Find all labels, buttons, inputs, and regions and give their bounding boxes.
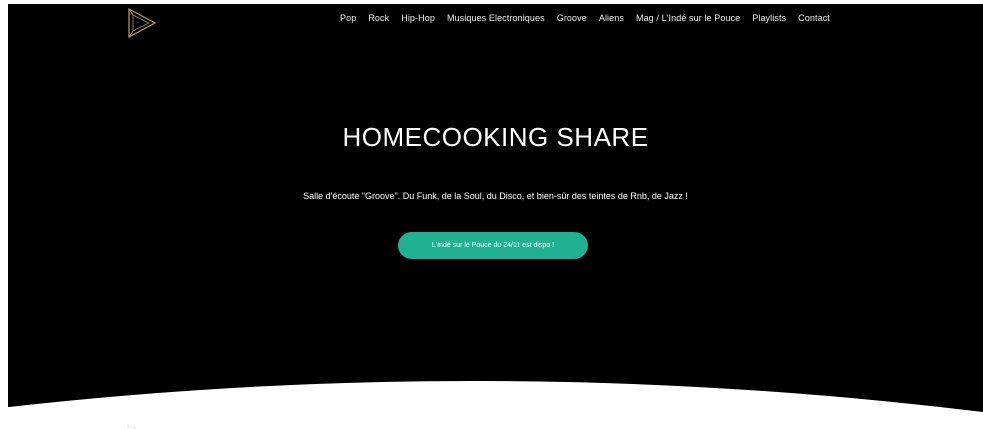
nav-item-pop[interactable]: Pop	[340, 13, 356, 23]
nav-item-rock[interactable]: Rock	[368, 13, 389, 23]
site-logo[interactable]	[122, 7, 162, 39]
main-nav: Pop Rock Hip-Hop Musiques Electroniques …	[340, 13, 830, 23]
nav-item-playlists[interactable]: Playlists	[752, 13, 786, 23]
nav-item-groove[interactable]: Groove	[557, 13, 587, 23]
page: Pop Rock Hip-Hop Musiques Electroniques …	[0, 0, 983, 429]
nav-item-musiques-electroniques[interactable]: Musiques Electroniques	[447, 13, 545, 23]
nav-item-aliens[interactable]: Aliens	[599, 13, 624, 23]
bottom-logo-icon	[126, 421, 148, 429]
nav-item-hip-hop[interactable]: Hip-Hop	[401, 13, 435, 23]
hero-section: Pop Rock Hip-Hop Musiques Electroniques …	[8, 4, 983, 429]
hero-title: HOMECOOKING SHARE	[342, 122, 649, 152]
play-triangle-logo-icon	[128, 7, 157, 39]
hero-subtitle: Salle d'écoute "Groove". Du Funk, de la …	[303, 191, 688, 201]
cta-button[interactable]: L'Indé sur le Pouce du 24/11 est dispo !	[398, 232, 588, 259]
nav-item-mag[interactable]: Mag / L'Indé sur le Pouce	[636, 13, 740, 23]
nav-item-contact[interactable]: Contact	[798, 13, 830, 23]
